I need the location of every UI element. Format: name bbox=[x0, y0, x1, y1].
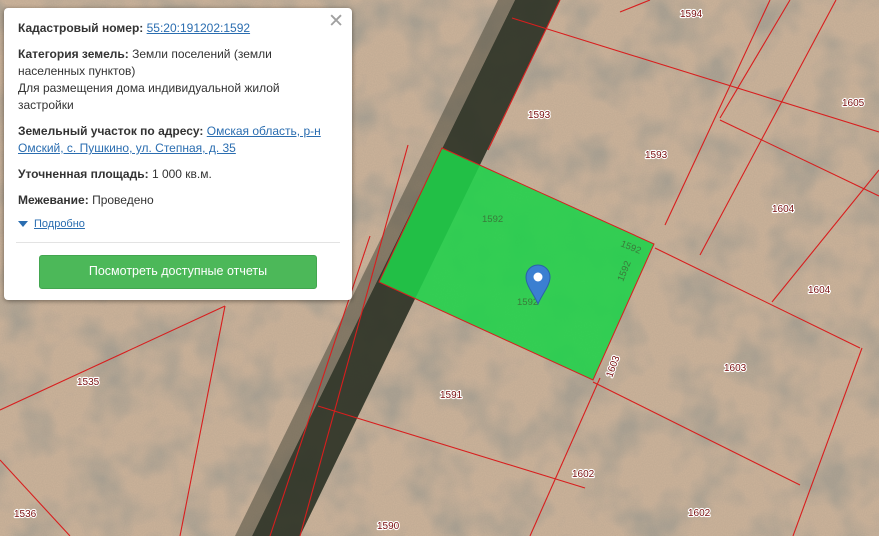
parcel-label: 1593 bbox=[528, 110, 551, 121]
cadastral-number-link[interactable]: 55:20:191202:1592 bbox=[147, 21, 250, 35]
survey-label: Межевание: bbox=[18, 193, 89, 207]
category-row: Категория земель: Земли поселений (земли… bbox=[18, 46, 338, 114]
parcel-label: 1594 bbox=[680, 9, 703, 20]
close-icon[interactable]: ✕ bbox=[328, 12, 344, 32]
cadastral-row: Кадастровый номер: 55:20:191202:1592 bbox=[18, 20, 338, 37]
parcel-label: 1604 bbox=[772, 204, 795, 215]
category-label: Категория земель: bbox=[18, 47, 129, 61]
details-link[interactable]: Подробно bbox=[34, 218, 85, 230]
parcel-label: 1590 bbox=[377, 521, 400, 532]
details-toggle[interactable]: Подробно bbox=[18, 218, 338, 230]
parcel-label: 1603 bbox=[724, 363, 747, 374]
address-row: Земельный участок по адресу: Омская обла… bbox=[18, 123, 338, 157]
usage-value: Для размещения дома индивидуальной жилой… bbox=[18, 81, 280, 112]
parcel-label: 1536 bbox=[14, 509, 37, 520]
survey-value: Проведено bbox=[92, 193, 154, 207]
divider bbox=[16, 242, 340, 243]
triangle-down-icon bbox=[18, 221, 28, 227]
address-label: Земельный участок по адресу: bbox=[18, 124, 204, 138]
survey-row: Межевание: Проведено bbox=[18, 192, 338, 209]
parcel-label: 1605 bbox=[842, 98, 865, 109]
parcel-label: 1535 bbox=[77, 377, 100, 388]
parcel-info-popup: ✕ Кадастровый номер: 55:20:191202:1592 К… bbox=[4, 8, 352, 300]
area-row: Уточненная площадь: 1 000 кв.м. bbox=[18, 166, 338, 183]
view-reports-button[interactable]: Посмотреть доступные отчеты bbox=[39, 255, 317, 289]
parcel-label: 1593 bbox=[645, 150, 668, 161]
parcel-label: 1602 bbox=[572, 469, 595, 480]
area-value: 1 000 кв.м. bbox=[151, 167, 212, 181]
area-label: Уточненная площадь: bbox=[18, 167, 149, 181]
cadastral-label: Кадастровый номер: bbox=[18, 21, 144, 35]
parcel-label: 1602 bbox=[688, 508, 711, 519]
parcel-label: 1604 bbox=[808, 285, 831, 296]
parcel-label: 1592 bbox=[482, 214, 503, 225]
parcel-label: 1591 bbox=[440, 390, 463, 401]
